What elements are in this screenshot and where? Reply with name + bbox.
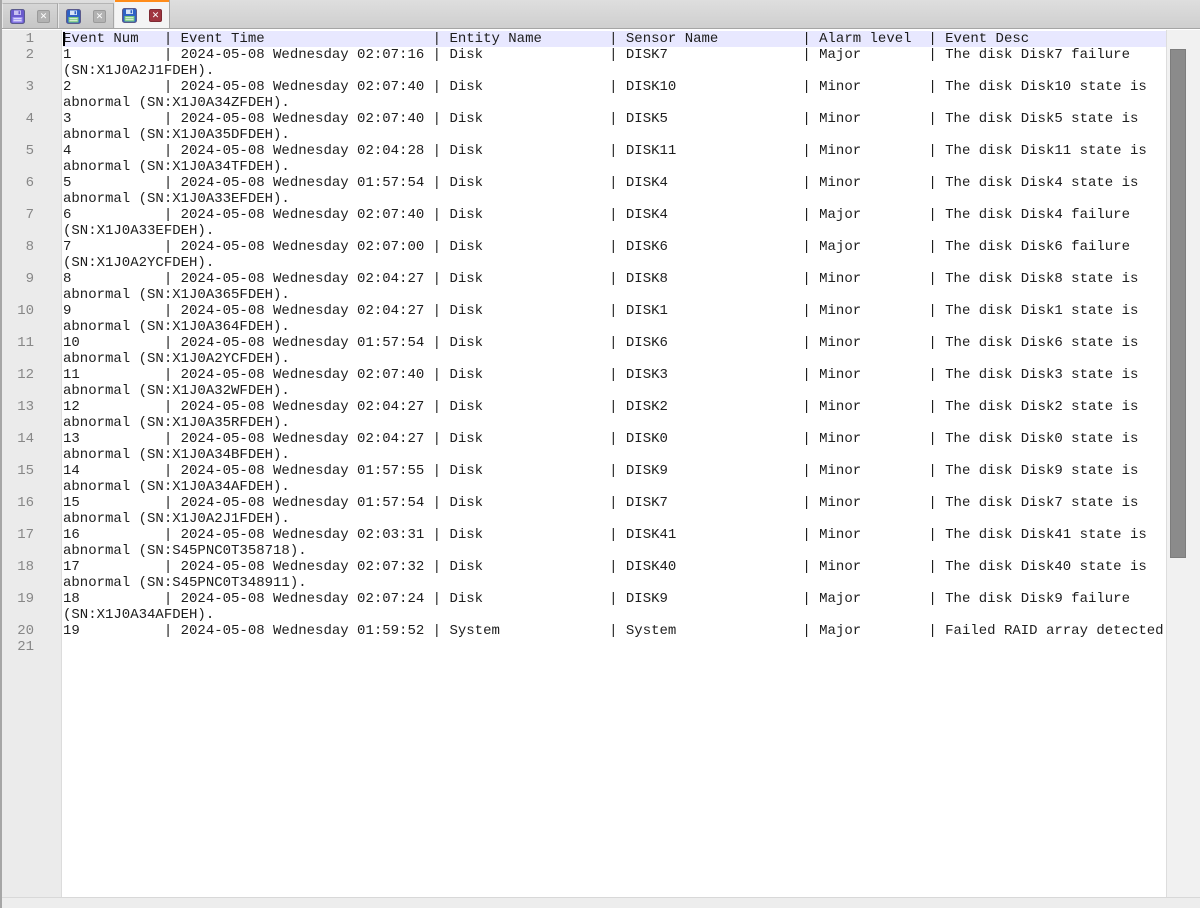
text-line[interactable]: 12 | 2024-05-08 Wednesday 02:04:27 | Dis… — [63, 399, 1166, 415]
line-number: 5 — [2, 143, 61, 159]
text-line[interactable]: abnormal (SN:X1J0A33EFDEH). — [63, 191, 1166, 207]
line-number — [2, 255, 61, 271]
line-number: 14 — [2, 431, 61, 447]
text-line[interactable]: 11 | 2024-05-08 Wednesday 02:07:40 | Dis… — [63, 367, 1166, 383]
bottom-strip — [2, 897, 1200, 908]
text-line[interactable]: abnormal (SN:X1J0A34BFDEH). — [63, 447, 1166, 463]
line-number — [2, 351, 61, 367]
text-line[interactable]: abnormal (SN:X1J0A365FDEH). — [63, 287, 1166, 303]
text-line[interactable]: 3 | 2024-05-08 Wednesday 02:07:40 | Disk… — [63, 111, 1166, 127]
saved-file-icon — [122, 8, 137, 23]
tab-bar: ✕ ✕ ✕ — [2, 0, 1200, 29]
text-line[interactable]: (SN:X1J0A2J1FDEH). — [63, 63, 1166, 79]
text-caret — [63, 32, 65, 46]
text-content[interactable]: Event Num | Event Time | Entity Name | S… — [63, 30, 1166, 897]
line-number — [2, 479, 61, 495]
line-number — [2, 607, 61, 623]
text-line[interactable]: 14 | 2024-05-08 Wednesday 01:57:55 | Dis… — [63, 463, 1166, 479]
line-number: 21 — [2, 639, 61, 655]
line-number: 9 — [2, 271, 61, 287]
line-number — [2, 287, 61, 303]
scrollbar-thumb[interactable] — [1170, 49, 1186, 558]
modified-file-icon — [10, 9, 25, 24]
text-line[interactable]: abnormal (SN:X1J0A34TFDEH). — [63, 159, 1166, 175]
text-line[interactable]: 2 | 2024-05-08 Wednesday 02:07:40 | Disk… — [63, 79, 1166, 95]
text-line[interactable]: abnormal (SN:X1J0A35RFDEH). — [63, 415, 1166, 431]
tab-2[interactable]: ✕ — [58, 3, 114, 28]
text-line[interactable]: (SN:X1J0A34AFDEH). — [63, 607, 1166, 623]
line-number: 18 — [2, 559, 61, 575]
text-line[interactable]: 4 | 2024-05-08 Wednesday 02:04:28 | Disk… — [63, 143, 1166, 159]
editor-area: 123456789101112131415161718192021 Event … — [2, 30, 1200, 897]
tab-1[interactable]: ✕ — [2, 3, 58, 28]
line-number: 6 — [2, 175, 61, 191]
line-number: 3 — [2, 79, 61, 95]
line-number-gutter: 123456789101112131415161718192021 — [2, 30, 62, 897]
text-line[interactable]: 6 | 2024-05-08 Wednesday 02:07:40 | Disk… — [63, 207, 1166, 223]
line-number: 1 — [2, 31, 61, 47]
text-line[interactable] — [63, 639, 1166, 655]
line-number — [2, 223, 61, 239]
text-line[interactable]: 18 | 2024-05-08 Wednesday 02:07:24 | Dis… — [63, 591, 1166, 607]
text-line[interactable]: abnormal (SN:X1J0A35DFDEH). — [63, 127, 1166, 143]
active-tab-accent-bar — [115, 0, 169, 2]
line-number: 8 — [2, 239, 61, 255]
line-number: 2 — [2, 47, 61, 63]
line-number: 12 — [2, 367, 61, 383]
text-line[interactable]: abnormal (SN:X1J0A364FDEH). — [63, 319, 1166, 335]
tab-3[interactable]: ✕ — [114, 0, 170, 28]
text-line[interactable]: abnormal (SN:S45PNC0T358718). — [63, 543, 1166, 559]
close-tab-icon[interactable]: ✕ — [149, 9, 162, 22]
text-line[interactable]: (SN:X1J0A33EFDEH). — [63, 223, 1166, 239]
line-number: 17 — [2, 527, 61, 543]
line-number: 20 — [2, 623, 61, 639]
text-line[interactable]: 19 | 2024-05-08 Wednesday 01:59:52 | Sys… — [63, 623, 1166, 639]
line-number — [2, 511, 61, 527]
line-number — [2, 159, 61, 175]
line-number — [2, 575, 61, 591]
text-line[interactable]: (SN:X1J0A2YCFDEH). — [63, 255, 1166, 271]
text-line[interactable]: 1 | 2024-05-08 Wednesday 02:07:16 | Disk… — [63, 47, 1166, 63]
line-number — [2, 383, 61, 399]
text-line[interactable]: abnormal (SN:X1J0A34AFDEH). — [63, 479, 1166, 495]
line-number — [2, 447, 61, 463]
text-line[interactable]: 16 | 2024-05-08 Wednesday 02:03:31 | Dis… — [63, 527, 1166, 543]
text-line[interactable]: abnormal (SN:X1J0A2J1FDEH). — [63, 511, 1166, 527]
text-line[interactable]: abnormal (SN:X1J0A34ZFDEH). — [63, 95, 1166, 111]
text-line[interactable]: 13 | 2024-05-08 Wednesday 02:04:27 | Dis… — [63, 431, 1166, 447]
current-line[interactable]: Event Num | Event Time | Entity Name | S… — [63, 31, 1166, 47]
saved-file-icon — [66, 9, 81, 24]
text-line[interactable]: abnormal (SN:S45PNC0T348911). — [63, 575, 1166, 591]
line-number: 13 — [2, 399, 61, 415]
line-number — [2, 319, 61, 335]
line-number: 15 — [2, 463, 61, 479]
line-number — [2, 127, 61, 143]
text-line[interactable]: 5 | 2024-05-08 Wednesday 01:57:54 | Disk… — [63, 175, 1166, 191]
close-tab-icon[interactable]: ✕ — [37, 10, 50, 23]
line-number: 10 — [2, 303, 61, 319]
text-line[interactable]: abnormal (SN:X1J0A32WFDEH). — [63, 383, 1166, 399]
close-tab-icon[interactable]: ✕ — [93, 10, 106, 23]
text-line[interactable]: 10 | 2024-05-08 Wednesday 01:57:54 | Dis… — [63, 335, 1166, 351]
line-number: 4 — [2, 111, 61, 127]
line-number: 16 — [2, 495, 61, 511]
text-line[interactable]: 8 | 2024-05-08 Wednesday 02:04:27 | Disk… — [63, 271, 1166, 287]
text-line[interactable]: 15 | 2024-05-08 Wednesday 01:57:54 | Dis… — [63, 495, 1166, 511]
line-number: 11 — [2, 335, 61, 351]
text-line[interactable]: abnormal (SN:X1J0A2YCFDEH). — [63, 351, 1166, 367]
line-number — [2, 63, 61, 79]
line-number: 19 — [2, 591, 61, 607]
line-number — [2, 191, 61, 207]
line-number: 7 — [2, 207, 61, 223]
text-line[interactable]: 17 | 2024-05-08 Wednesday 02:07:32 | Dis… — [63, 559, 1166, 575]
text-line[interactable]: 7 | 2024-05-08 Wednesday 02:07:00 | Disk… — [63, 239, 1166, 255]
line-number — [2, 415, 61, 431]
vertical-scrollbar[interactable] — [1166, 30, 1200, 897]
line-number — [2, 543, 61, 559]
line-number — [2, 95, 61, 111]
text-line[interactable]: 9 | 2024-05-08 Wednesday 02:04:27 | Disk… — [63, 303, 1166, 319]
editor-window: ✕✕✕ 123456789101112131415161718192021 Ev… — [0, 0, 1200, 908]
